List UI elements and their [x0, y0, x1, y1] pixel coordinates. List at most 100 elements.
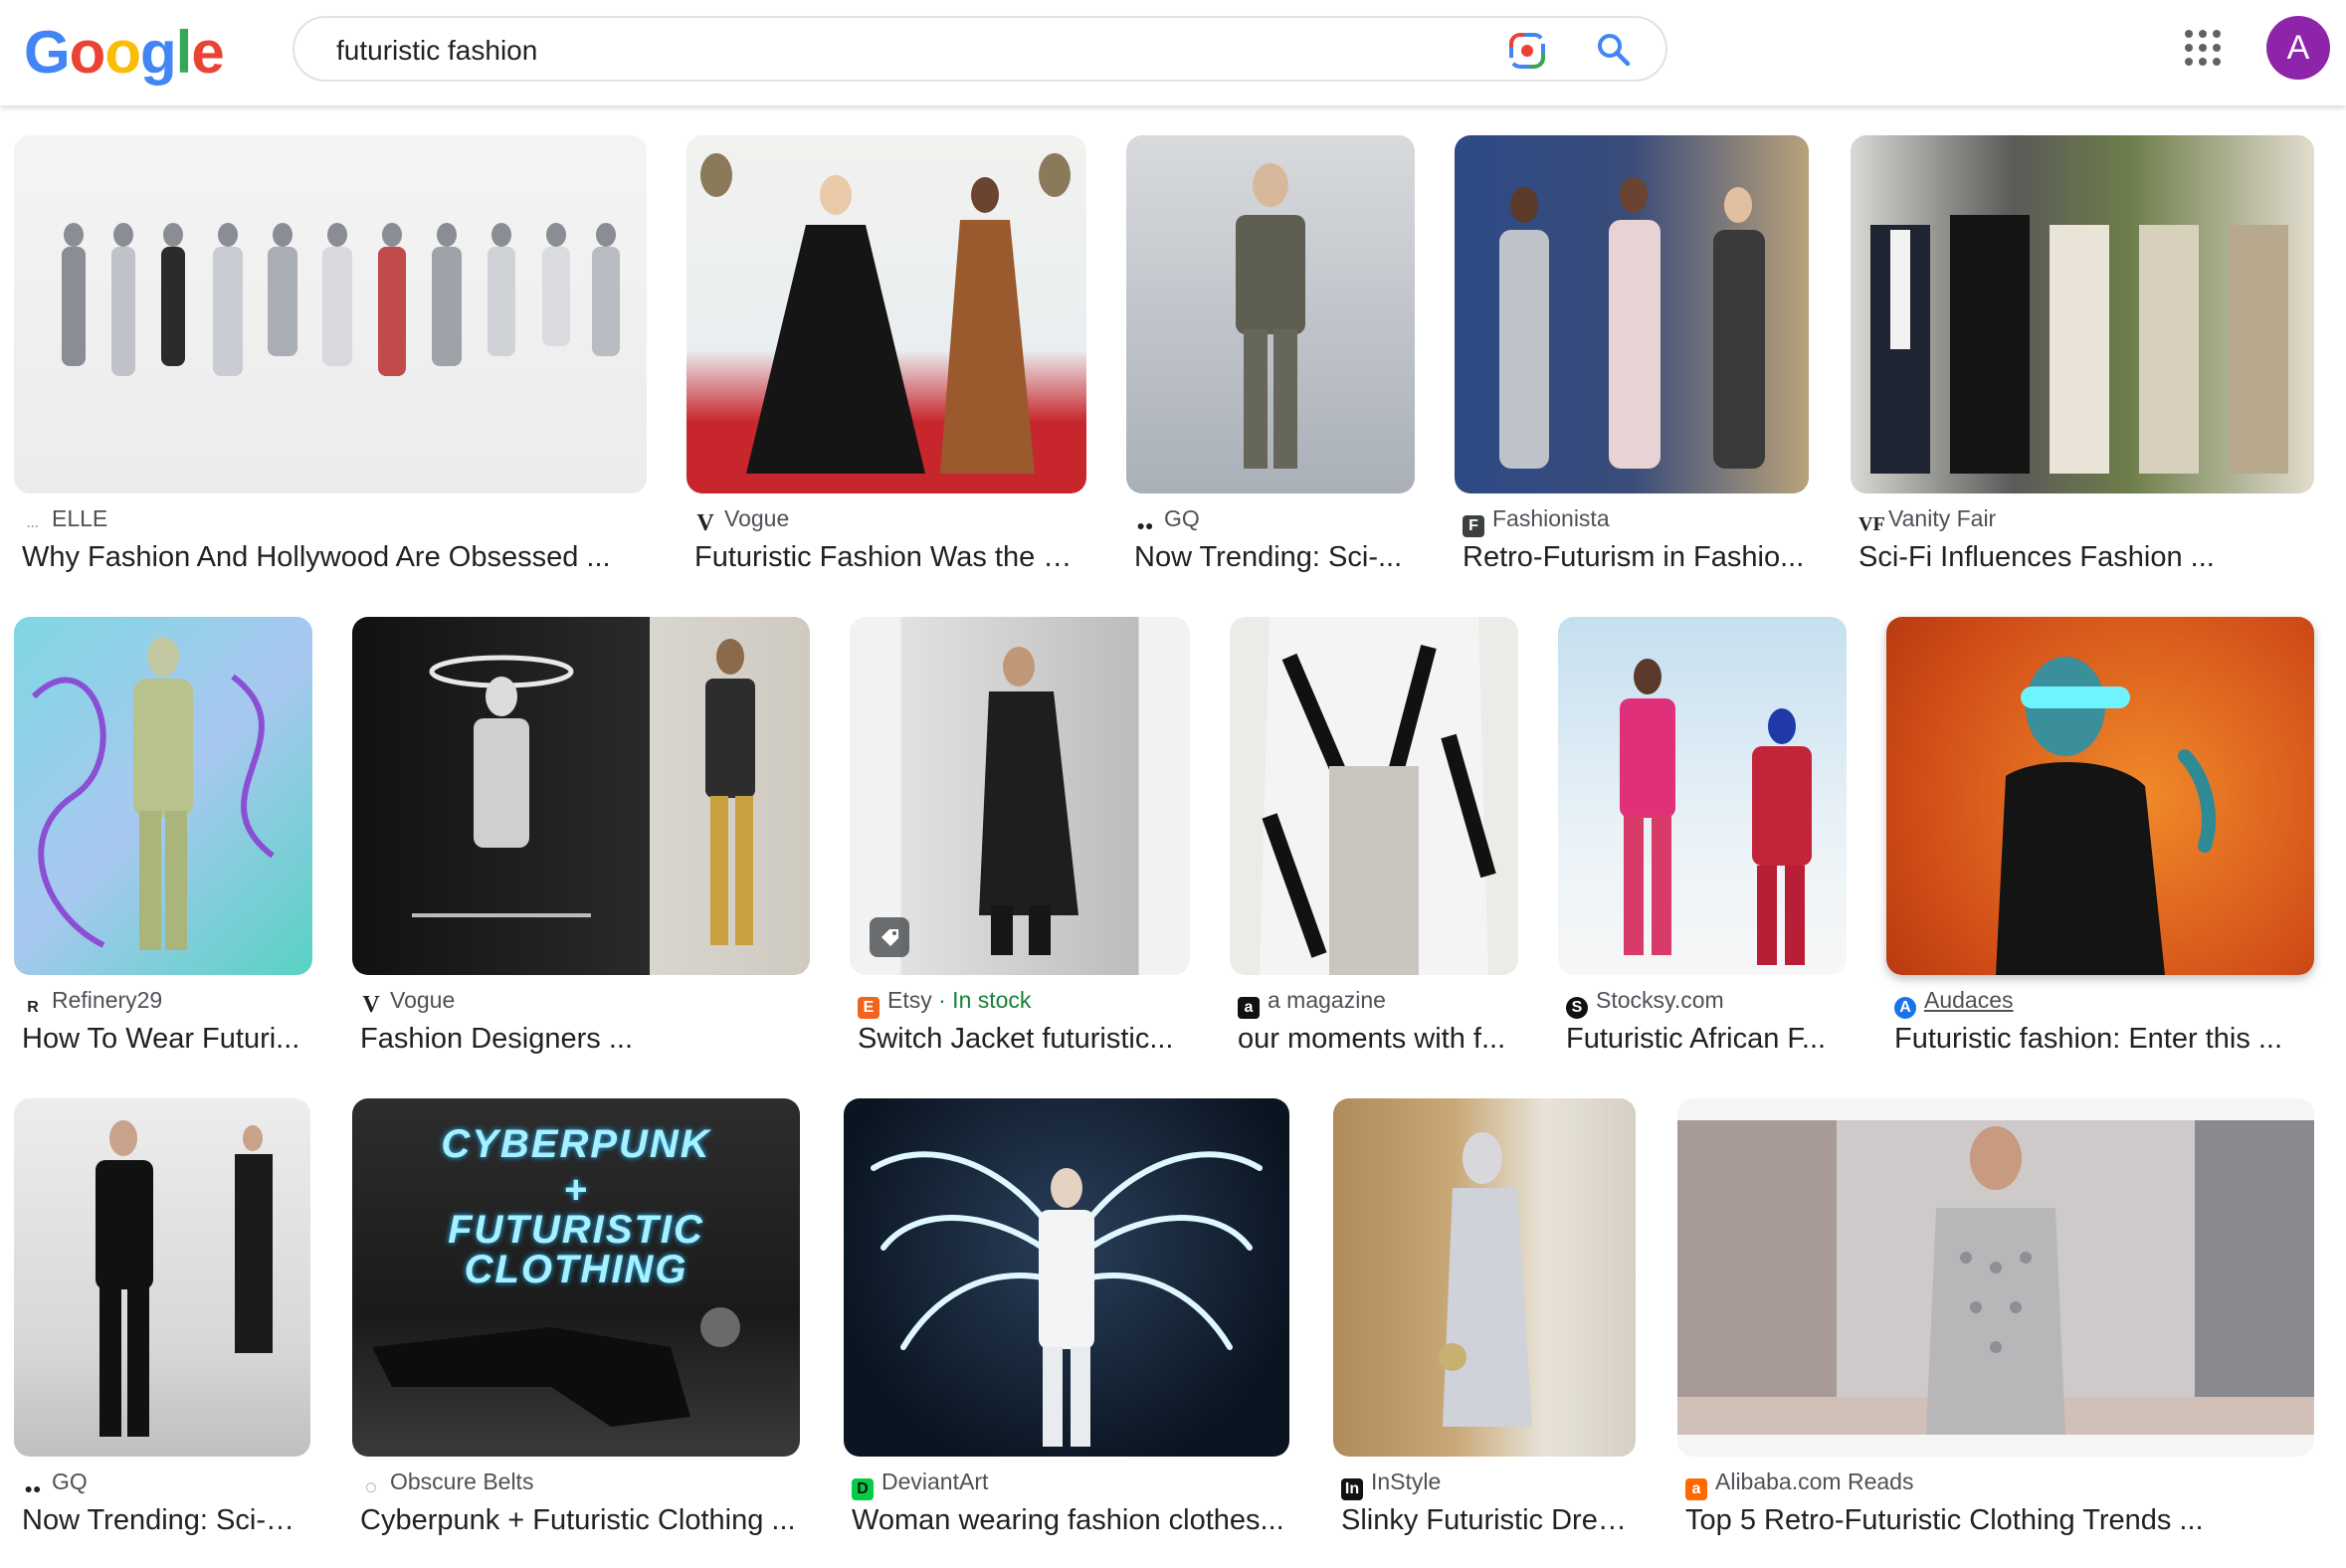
result-image[interactable] [14, 1098, 310, 1457]
result-source[interactable]: R Refinery29 [22, 987, 162, 1019]
image-result[interactable]: A Audaces Futuristic fashion: Enter this … [1886, 617, 2314, 1065]
result-title[interactable]: our moments with f... [1238, 1023, 1516, 1056]
result-title[interactable]: Now Trending: Sci-... [1134, 541, 1413, 574]
a-magazine-favicon-icon: a [1238, 997, 1260, 1019]
result-title[interactable]: How To Wear Futuri... [22, 1023, 310, 1056]
apps-grid-icon[interactable] [2185, 30, 2221, 66]
price-tag-icon[interactable] [870, 917, 909, 957]
result-title[interactable]: Futuristic African F... [1566, 1023, 1845, 1056]
search-icon[interactable] [1594, 30, 1634, 70]
source-label: Refinery29 [52, 987, 163, 1013]
result-source[interactable]: F Fashionista [1463, 505, 1610, 537]
result-title[interactable]: Futuristic Fashion Was the B... [694, 541, 1082, 574]
instyle-favicon-icon: In [1341, 1478, 1363, 1500]
image-result[interactable]: ●● GQ Now Trending: Sci-Fi... [14, 1098, 310, 1546]
striped-blazer-image [1260, 617, 1496, 975]
google-lens-icon[interactable] [1508, 32, 1546, 70]
source-label: Vogue [390, 987, 456, 1013]
result-source[interactable]: V Vogue [360, 987, 456, 1018]
image-result[interactable]: ··· ELLE Why Fashion And Hollywood Are Ob… [14, 135, 647, 583]
result-source[interactable]: a Alibaba.com Reads [1685, 1469, 1913, 1500]
image-result[interactable]: R Refinery29 How To Wear Futuri... [14, 617, 312, 1065]
result-source[interactable]: In InStyle [1341, 1469, 1441, 1500]
fashion-designers-image [412, 639, 755, 945]
result-source[interactable]: A Audaces [1894, 987, 2014, 1019]
result-image[interactable] [1886, 617, 2314, 975]
source-label: Stocksy.com [1596, 987, 1724, 1013]
result-title[interactable]: Switch Jacket futuristic... [858, 1023, 1186, 1056]
visor-woman-image [1996, 657, 2216, 975]
source-label: Vanity Fair [1888, 505, 1997, 531]
result-source[interactable]: ●● GQ [22, 1469, 88, 1499]
result-source[interactable]: D DeviantArt [852, 1469, 988, 1500]
slinky-dress-image [1439, 1132, 1532, 1427]
scifi-influences-image [1870, 215, 2288, 474]
vogue-favicon-icon: V [362, 992, 380, 1018]
vanity-fair-favicon-icon: VF [1858, 513, 1885, 535]
result-image[interactable] [844, 1098, 1289, 1457]
result-title[interactable]: Why Fashion And Hollywood Are Obsessed .… [22, 541, 639, 574]
image-result[interactable]: V Vogue Fashion Designers ... [352, 617, 810, 1065]
result-title[interactable]: Sci-Fi Influences Fashion ... [1858, 541, 2316, 574]
result-title[interactable]: Now Trending: Sci-Fi... [22, 1504, 310, 1537]
result-image[interactable] [1558, 617, 1847, 975]
image-result[interactable]: a Alibaba.com Reads Top 5 Retro-Futuristi… [1677, 1098, 2314, 1546]
runway-model-image [1236, 163, 1305, 469]
source-label: Audaces [1924, 987, 2014, 1013]
result-image[interactable] [1333, 1098, 1636, 1457]
result-image[interactable] [1126, 135, 1415, 493]
search-input[interactable] [334, 30, 1393, 72]
red-carpet-image [700, 153, 1071, 474]
result-title[interactable]: Cyberpunk + Futuristic Clothing ... [360, 1504, 798, 1537]
result-image[interactable] [1230, 617, 1518, 975]
image-result[interactable]: ●● GQ Now Trending: Sci-... [1126, 135, 1415, 583]
result-image[interactable] [352, 617, 810, 975]
result-title[interactable]: Top 5 Retro-Futuristic Clothing Trends .… [1685, 1504, 2312, 1537]
avatar[interactable]: A [2266, 16, 2330, 80]
source-label: Obscure Belts [390, 1469, 534, 1494]
image-result[interactable]: D DeviantArt Woman wearing fashion clothe… [844, 1098, 1289, 1546]
result-source[interactable]: E Etsy · In stock [858, 987, 1031, 1019]
result-title[interactable]: Woman wearing fashion clothes... [852, 1504, 1289, 1537]
vogue-favicon-icon: V [696, 510, 714, 536]
image-result[interactable]: S Stocksy.com Futuristic African F... [1558, 617, 1847, 1065]
result-source[interactable]: S Stocksy.com [1566, 987, 1724, 1019]
image-result[interactable]: E Etsy · In stock Switch Jacket futuristi… [850, 617, 1190, 1065]
result-image[interactable] [1677, 1098, 2314, 1457]
deviantart-favicon-icon: D [852, 1478, 874, 1500]
result-title[interactable]: Slinky Futuristic Dres... [1341, 1504, 1636, 1537]
result-source[interactable]: VF Vanity Fair [1858, 505, 1996, 535]
kicking-figure-image [372, 1307, 740, 1427]
image-result[interactable]: F Fashionista Retro-Futurism in Fashio... [1455, 135, 1809, 583]
result-image[interactable]: CYBERPUNK + FUTURISTIC CLOTHING [352, 1098, 800, 1457]
image-result[interactable]: V Vogue Futuristic Fashion Was the B... [686, 135, 1086, 583]
result-image[interactable] [686, 135, 1086, 493]
image-result[interactable]: CYBERPUNK + FUTURISTIC CLOTHING ◌ Obscure… [352, 1098, 800, 1546]
result-source[interactable]: ··· ELLE [22, 505, 107, 537]
result-image[interactable] [1455, 135, 1809, 493]
runway-lineup-image [62, 223, 620, 376]
search-box[interactable] [293, 16, 1667, 82]
result-title[interactable]: Fashion Designers ... [360, 1023, 808, 1056]
result-source[interactable]: V Vogue [694, 505, 789, 536]
result-source[interactable]: a a magazine [1238, 987, 1386, 1019]
google-logo[interactable]: Google [24, 18, 225, 87]
result-image[interactable] [14, 617, 312, 975]
logo-letter: g [139, 19, 177, 86]
source-label: Alibaba.com Reads [1715, 1469, 1914, 1494]
image-result[interactable]: VF Vanity Fair Sci-Fi Influences Fashion … [1851, 135, 2314, 583]
result-image[interactable] [850, 617, 1190, 975]
result-title[interactable]: Retro-Futurism in Fashio... [1463, 541, 1811, 574]
result-source[interactable]: ◌ Obscure Belts [360, 1469, 533, 1498]
result-title[interactable]: Futuristic fashion: Enter this ... [1894, 1023, 2312, 1056]
source-label: Fashionista [1492, 505, 1610, 531]
elle-favicon-icon: ··· [22, 515, 44, 537]
result-source[interactable]: ●● GQ [1134, 505, 1200, 536]
logo-letter: o [104, 19, 141, 86]
image-result[interactable]: In InStyle Slinky Futuristic Dres... [1333, 1098, 1636, 1546]
result-image[interactable] [1851, 135, 2314, 493]
image-result[interactable]: a a magazine our moments with f... [1230, 617, 1518, 1065]
result-image[interactable] [14, 135, 647, 493]
logo-letter: e [191, 19, 224, 86]
etsy-favicon-icon: E [858, 997, 880, 1019]
